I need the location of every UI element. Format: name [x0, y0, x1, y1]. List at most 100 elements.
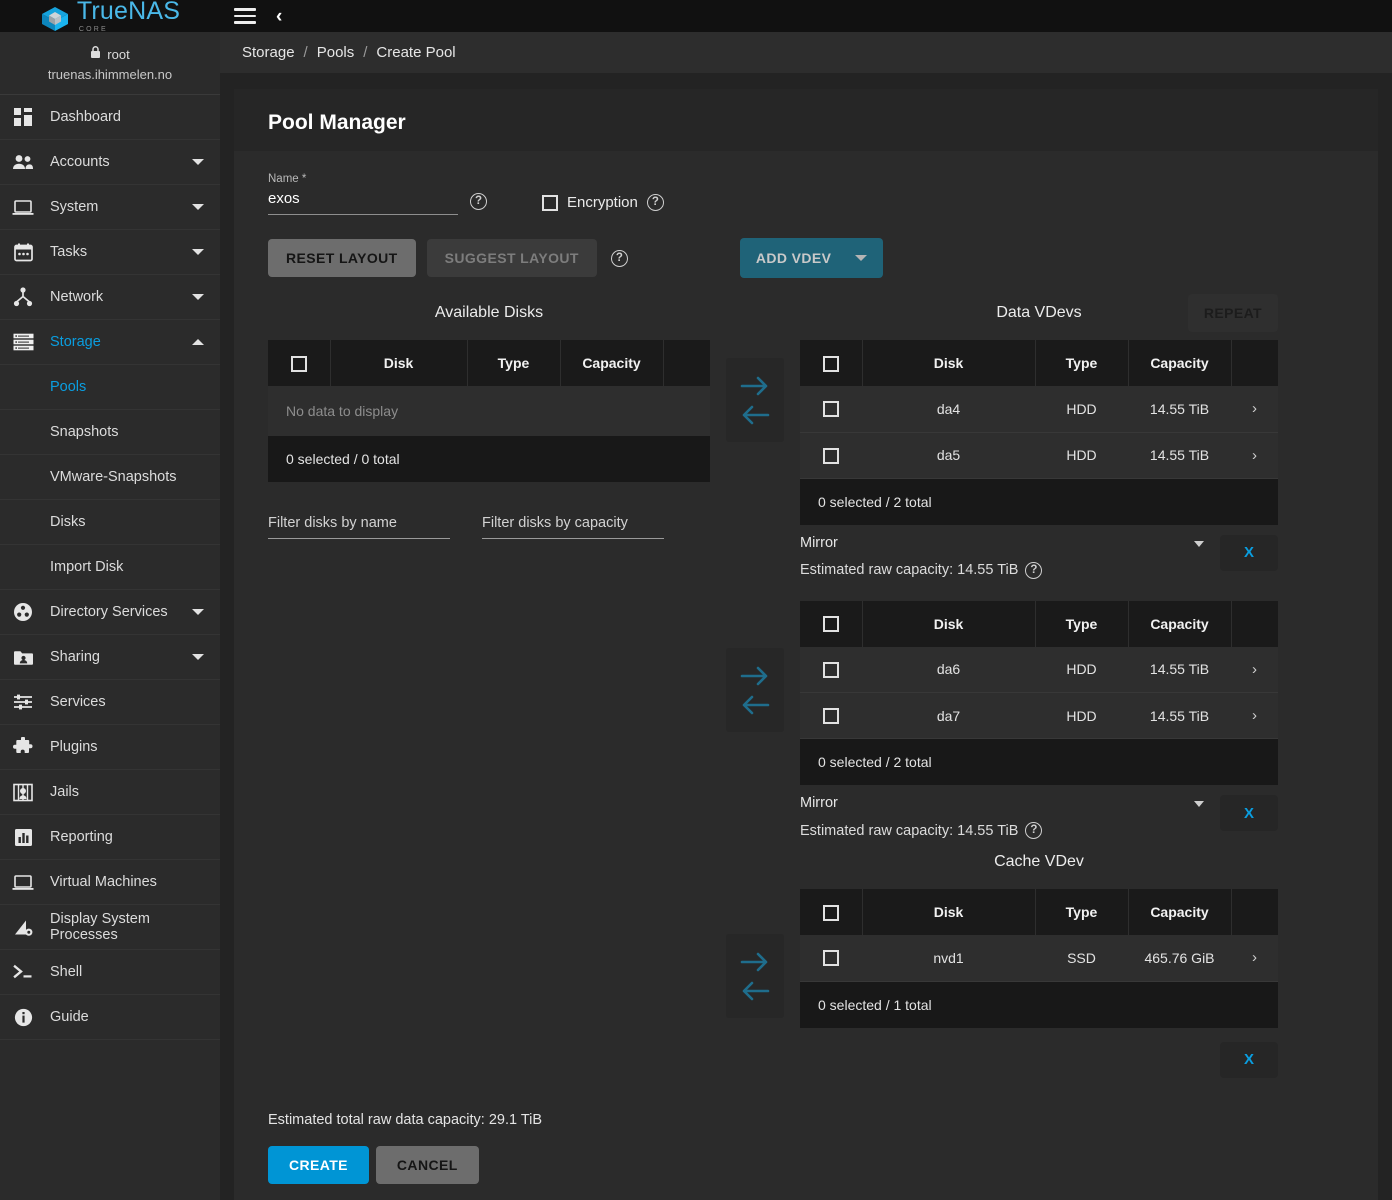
filter-name-input[interactable]: [268, 515, 450, 539]
breadcrumb-item-storage[interactable]: Storage: [242, 44, 295, 61]
checkbox-unchecked-icon[interactable]: [290, 355, 307, 372]
column-header-capacity[interactable]: Capacity: [1128, 889, 1232, 935]
sidebar-item-plugins[interactable]: Plugins: [0, 725, 220, 770]
column-header-capacity[interactable]: Capacity: [1128, 340, 1232, 386]
column-header-type[interactable]: Type: [1035, 600, 1129, 647]
row-checkbox-cell: [800, 646, 862, 693]
table-row[interactable]: da6 HDD 14.55 TiB ›: [800, 646, 1278, 693]
breadcrumb-item-create-pool[interactable]: Create Pool: [376, 44, 455, 61]
column-header-disk[interactable]: Disk: [330, 340, 468, 386]
sidebar-item-services[interactable]: Services: [0, 680, 220, 725]
arrow-right-icon[interactable]: [740, 665, 770, 687]
chevron-down-icon[interactable]: [192, 294, 204, 300]
chevron-down-icon[interactable]: [192, 609, 204, 615]
column-header-type[interactable]: Type: [1035, 889, 1129, 935]
suggest-layout-button[interactable]: SUGGEST LAYOUT: [426, 239, 597, 277]
chevron-right-icon[interactable]: ›: [1231, 935, 1278, 982]
sidebar-item-jails[interactable]: Jails: [0, 770, 220, 815]
chevron-down-icon[interactable]: [1194, 540, 1204, 547]
column-header-capacity[interactable]: Capacity: [560, 340, 664, 386]
user-info-box: root truenas.ihimmelen.no: [0, 32, 220, 95]
sidebar-item-shell[interactable]: Shell: [0, 950, 220, 995]
help-circle-icon[interactable]: ?: [1025, 561, 1043, 579]
chevron-down-icon[interactable]: [1194, 801, 1204, 807]
sidebar-item-storage[interactable]: Storage: [0, 320, 220, 365]
help-circle-icon[interactable]: ?: [610, 249, 628, 267]
sidebar-item-dashboard[interactable]: Dashboard: [0, 95, 220, 140]
sidebar-item-import-disk[interactable]: Import Disk: [0, 545, 220, 590]
sidebar-item-label: Directory Services: [50, 604, 168, 620]
help-circle-icon[interactable]: ?: [1025, 822, 1043, 839]
filter-capacity-input[interactable]: [482, 515, 664, 539]
sidebar-item-snapshots[interactable]: Snapshots: [0, 410, 220, 455]
sidebar-item-tasks[interactable]: Tasks: [0, 230, 220, 275]
checkbox-unchecked-icon[interactable]: [823, 447, 839, 464]
arrow-right-icon[interactable]: [740, 951, 770, 973]
chevron-down-icon[interactable]: [192, 204, 204, 210]
chevron-right-icon[interactable]: ›: [1231, 432, 1278, 479]
sidebar-item-accounts[interactable]: Accounts: [0, 140, 220, 185]
reset-layout-button[interactable]: RESET LAYOUT: [268, 239, 416, 277]
create-button[interactable]: CREATE: [268, 1145, 369, 1184]
sidebar-item-guide[interactable]: Guide: [0, 995, 220, 1040]
cancel-button[interactable]: CANCEL: [375, 1145, 479, 1184]
column-header-disk[interactable]: Disk: [862, 889, 1036, 935]
pool-name-input[interactable]: [268, 190, 458, 215]
brand-logo[interactable]: TrueNAS CORE: [40, 0, 180, 33]
sidebar-item-pools[interactable]: Pools: [0, 365, 220, 410]
sidebar-item-system[interactable]: System: [0, 185, 220, 230]
arrow-left-icon[interactable]: [740, 980, 770, 1002]
remove-vdev-2-button[interactable]: X: [1220, 795, 1278, 831]
encryption-checkbox[interactable]: [542, 194, 558, 211]
hamburger-menu-icon[interactable]: [234, 4, 256, 28]
checkbox-unchecked-icon[interactable]: [822, 355, 839, 372]
chevron-down-icon[interactable]: [192, 654, 204, 660]
chevron-right-icon[interactable]: ›: [1231, 692, 1278, 739]
checkbox-unchecked-icon[interactable]: [823, 950, 839, 967]
sidebar-item-virtual-machines[interactable]: Virtual Machines: [0, 860, 220, 905]
repeat-button[interactable]: REPEAT: [1187, 294, 1278, 332]
remove-vdev-1-button[interactable]: X: [1220, 534, 1278, 571]
column-header-type[interactable]: Type: [467, 340, 561, 386]
checkbox-unchecked-icon[interactable]: [823, 401, 839, 418]
chevron-left-icon[interactable]: ‹: [276, 7, 282, 26]
help-circle-icon[interactable]: ?: [470, 193, 487, 210]
data-vdev-1-type-select[interactable]: Mirror Estimated raw capacity: 14.55 TiB…: [800, 535, 1208, 579]
column-header-disk[interactable]: Disk: [862, 340, 1036, 386]
help-circle-icon[interactable]: ?: [646, 194, 664, 211]
remove-cache-vdev-button[interactable]: X: [1220, 1041, 1278, 1078]
chevron-up-icon[interactable]: [192, 339, 204, 345]
chevron-right-icon[interactable]: ›: [1231, 386, 1278, 433]
sidebar-item-network[interactable]: Network: [0, 275, 220, 320]
column-header-type[interactable]: Type: [1035, 340, 1129, 386]
column-header-capacity[interactable]: Capacity: [1128, 600, 1232, 647]
sidebar-item-reporting[interactable]: Reporting: [0, 815, 220, 860]
checkbox-unchecked-icon[interactable]: [822, 904, 839, 921]
arrow-right-icon[interactable]: [740, 375, 770, 397]
checkbox-unchecked-icon[interactable]: [823, 708, 839, 725]
table-header-row: Disk Type Capacity: [800, 340, 1278, 386]
checkbox-unchecked-icon[interactable]: [823, 661, 839, 678]
chevron-right-icon[interactable]: ›: [1231, 646, 1278, 693]
add-vdev-button[interactable]: ADD VDEV: [739, 238, 884, 278]
arrow-left-icon[interactable]: [740, 694, 770, 716]
chevron-down-icon[interactable]: [192, 249, 204, 255]
checkbox-unchecked-icon[interactable]: [822, 616, 839, 633]
chevron-down-icon[interactable]: [192, 159, 204, 165]
cell-type: HDD: [1035, 432, 1128, 479]
column-header-disk[interactable]: Disk: [862, 600, 1036, 647]
sidebar-item-vmware-snapshots[interactable]: VMware-Snapshots: [0, 455, 220, 500]
arrow-left-icon[interactable]: [740, 404, 770, 426]
table-row[interactable]: da5 HDD 14.55 TiB ›: [800, 432, 1278, 479]
pool-form-row: Name * ? Encryption ?: [234, 151, 1378, 215]
sidebar-item-disks[interactable]: Disks: [0, 500, 220, 545]
table-row[interactable]: nvd1 SSD 465.76 GiB ›: [800, 935, 1278, 982]
sidebar-item-directory-services[interactable]: Directory Services: [0, 590, 220, 635]
breadcrumb-item-pools[interactable]: Pools: [317, 44, 355, 61]
table-row[interactable]: da4 HDD 14.55 TiB ›: [800, 386, 1278, 433]
data-vdev-2-type-select[interactable]: Mirror Estimated raw capacity: 14.55 TiB…: [800, 795, 1208, 839]
available-disks-empty-state: No data to display: [268, 386, 710, 436]
sidebar-item-sharing[interactable]: Sharing: [0, 635, 220, 680]
sidebar-item-display-system-processes[interactable]: Display System Processes: [0, 905, 220, 950]
table-row[interactable]: da7 HDD 14.55 TiB ›: [800, 692, 1278, 739]
